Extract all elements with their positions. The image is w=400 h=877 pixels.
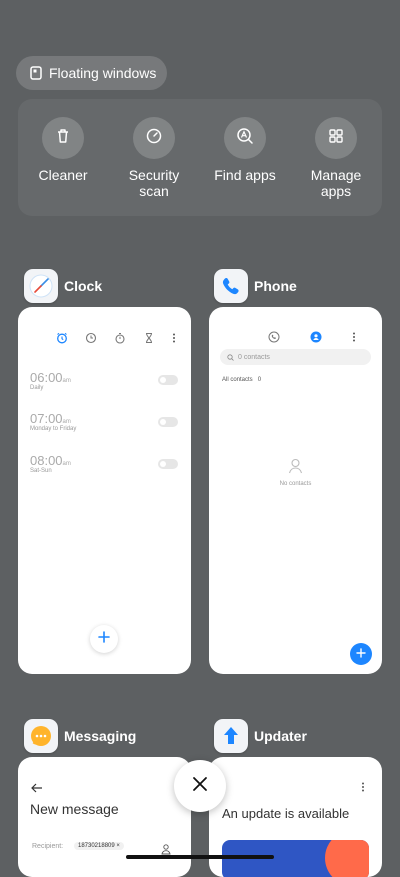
floating-windows-label: Floating windows [49, 65, 157, 81]
update-available-heading: An update is available [222, 806, 350, 821]
grid-icon [327, 127, 345, 150]
alarm-toggle[interactable] [158, 459, 178, 469]
plus-icon [98, 630, 110, 648]
phone-tab-bar [268, 330, 356, 348]
clock-app-icon [24, 269, 58, 303]
more-icon[interactable] [352, 330, 356, 348]
no-contacts-text: No contacts [279, 481, 312, 487]
plus-icon [356, 645, 366, 663]
contacts-tab-icon[interactable] [310, 330, 322, 348]
clear-all-button[interactable] [174, 760, 226, 812]
security-scan-icon [145, 127, 163, 150]
find-apps-label: Find apps [214, 167, 276, 183]
find-apps-icon [236, 127, 254, 150]
updater-app-card[interactable]: An update is available [209, 757, 382, 877]
new-message-heading: New message [30, 801, 119, 817]
add-alarm-button[interactable] [90, 625, 118, 653]
search-placeholder: 0 contacts [238, 353, 270, 361]
recipient-label: Recipient: [32, 843, 64, 850]
phone-app-card[interactable]: 0 contacts All contacts 0 No contacts [209, 307, 382, 674]
all-contacts-row[interactable]: All contacts 0 [222, 377, 261, 383]
phone-title-text: Phone [254, 278, 297, 294]
phone-card-title: Phone [214, 269, 297, 303]
messaging-title-text: Messaging [64, 728, 137, 744]
alarm-toggle[interactable] [158, 375, 178, 385]
person-icon [288, 458, 303, 479]
alarm-tab-icon[interactable] [56, 331, 68, 349]
search-icon [227, 348, 234, 366]
recipient-chip[interactable]: 18730218809 × [74, 842, 124, 850]
clock-title-text: Clock [64, 278, 103, 294]
more-icon[interactable] [172, 331, 176, 349]
find-apps-button[interactable]: Find apps [200, 117, 290, 183]
cleaner-button[interactable]: Cleaner [18, 117, 108, 183]
updater-title-text: Updater [254, 728, 307, 744]
cleaner-label: Cleaner [38, 167, 88, 183]
manage-apps-button[interactable]: Manage apps [291, 117, 381, 199]
clock-tab-bar [56, 331, 176, 349]
alarm-item[interactable]: 08:00am Sat-Sun [30, 453, 71, 474]
stopwatch-tab-icon[interactable] [114, 331, 126, 349]
more-icon[interactable] [361, 780, 365, 798]
floating-window-icon [30, 66, 42, 80]
close-icon [192, 776, 208, 797]
quick-actions-panel: Cleaner Security scan Find apps Manage a… [18, 99, 382, 216]
security-scan-button[interactable]: Security scan [109, 117, 199, 199]
clock-card-title: Clock [24, 269, 102, 303]
floating-windows-button[interactable]: Floating windows [16, 56, 167, 90]
alarm-item[interactable]: 07:00am Monday to Friday [30, 411, 76, 432]
world-clock-tab-icon[interactable] [85, 331, 97, 349]
timer-tab-icon[interactable] [143, 331, 155, 349]
clock-app-card[interactable]: 06:00am Daily 07:00am Monday to Friday 0… [18, 307, 191, 674]
trash-icon [54, 127, 72, 150]
alarm-item[interactable]: 06:00am Daily [30, 370, 71, 391]
messaging-card-title: Messaging [24, 719, 136, 753]
add-contact-button[interactable] [350, 643, 372, 665]
home-indicator[interactable] [126, 855, 274, 859]
messaging-app-icon [24, 719, 58, 753]
messaging-app-card[interactable]: New message Recipient: 18730218809 × [18, 757, 191, 877]
back-arrow-icon[interactable] [31, 780, 43, 798]
contacts-search-input[interactable]: 0 contacts [220, 349, 371, 365]
updater-card-title: Updater [214, 719, 307, 753]
alarm-toggle[interactable] [158, 417, 178, 427]
phone-app-icon [214, 269, 248, 303]
security-scan-label: Security scan [128, 167, 180, 199]
manage-apps-label: Manage apps [310, 167, 362, 199]
recents-tab-icon[interactable] [268, 330, 280, 348]
updater-app-icon [214, 719, 248, 753]
